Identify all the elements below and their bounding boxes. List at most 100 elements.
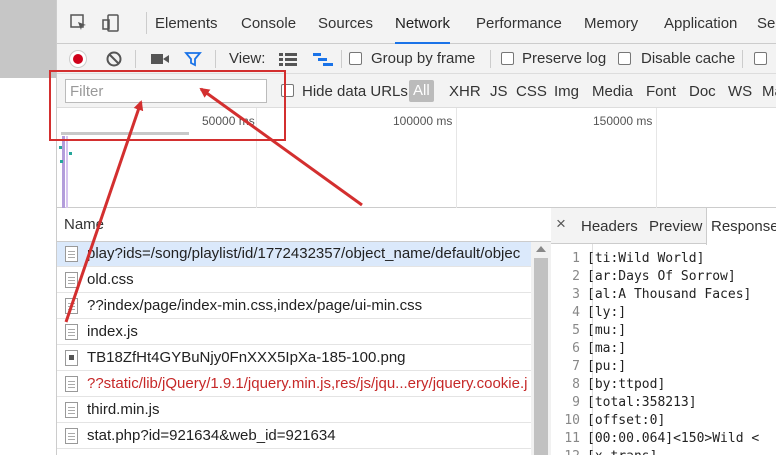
response-code-view[interactable]: 1 [ti:Wild World] 2 [ar:Days Of Sorrow] 3 [al…	[551, 244, 776, 455]
tab-performance[interactable]: Performance	[476, 0, 562, 44]
code-line: 8 [by:ttpod]	[551, 376, 665, 394]
close-icon[interactable]: ×	[556, 214, 566, 234]
tab-console[interactable]: Console	[241, 0, 296, 44]
line-number: 7	[572, 359, 580, 374]
type-filter-manifest[interactable]: Ma	[762, 83, 776, 100]
request-row[interactable]: old.css	[57, 268, 531, 293]
overview-tick: 50000 ms	[202, 114, 255, 128]
network-toolbar: View: Group by frame Preserve log Disabl…	[57, 44, 776, 74]
record-button[interactable]	[69, 50, 87, 68]
tab-preview[interactable]: Preview	[649, 208, 702, 244]
tab-memory[interactable]: Memory	[584, 0, 638, 44]
tab-elements[interactable]: Elements	[155, 0, 218, 44]
code-line: 5 [mu:]	[551, 322, 626, 340]
code-line: 4 [ly:]	[551, 304, 626, 322]
large-rows-icon[interactable]	[279, 52, 297, 66]
request-list: Name play?ids=/song/playlist/id/17724323…	[57, 208, 551, 455]
overview-gridline	[456, 108, 457, 208]
document-file-icon	[65, 428, 78, 444]
code-text: [ti:Wild World]	[587, 251, 705, 266]
overview-waterfall-bar	[66, 136, 68, 208]
tab-response[interactable]: Response	[706, 208, 776, 245]
disable-cache-checkbox[interactable]	[618, 52, 631, 65]
document-file-icon	[65, 324, 78, 340]
response-panel: × Headers Preview Response 1 [ti:Wild Wor…	[551, 208, 776, 455]
toolbar-separator	[490, 50, 491, 68]
document-file-icon	[65, 298, 78, 314]
tab-application[interactable]: Application	[664, 0, 737, 44]
group-by-frame-label: Group by frame	[371, 50, 476, 67]
code-text: [x-trans]	[587, 449, 657, 455]
line-number: 10	[564, 413, 580, 428]
overview-request-mark	[60, 160, 63, 163]
name-column-header[interactable]: Name	[57, 208, 551, 242]
line-number: 1	[572, 251, 580, 266]
code-line: 10 [offset:0]	[551, 412, 665, 430]
request-name: ??index/page/index-min.css,index/page/ui…	[87, 297, 423, 314]
code-text: [mu:]	[587, 323, 627, 338]
tab-network[interactable]: Network	[395, 0, 451, 44]
line-number: 2	[572, 269, 580, 284]
clear-icon[interactable]	[105, 50, 123, 68]
type-filter-img[interactable]: Img	[554, 83, 579, 100]
preserve-log-checkbox[interactable]	[501, 52, 514, 65]
code-text: [al:A Thousand Faces]	[587, 287, 752, 302]
overview-gridline	[656, 108, 657, 208]
request-name: third.min.js	[87, 401, 160, 418]
code-line: 7 [pu:]	[551, 358, 626, 376]
request-row[interactable]: index.js	[57, 320, 531, 345]
device-toolbar-icon[interactable]	[101, 13, 121, 33]
line-number: 6	[572, 341, 580, 356]
overview-tick: 150000 ms	[593, 114, 653, 128]
scroll-thumb[interactable]	[534, 258, 548, 455]
type-filter-ws[interactable]: WS	[728, 83, 752, 100]
request-row[interactable]: third.min.js	[57, 398, 531, 423]
type-filter-media[interactable]: Media	[592, 83, 633, 100]
toolbar-separator	[341, 50, 342, 68]
type-filter-xhr[interactable]: XHR	[449, 83, 481, 100]
type-filter-all[interactable]: All	[409, 80, 434, 102]
document-file-icon	[65, 376, 78, 392]
request-row[interactable]: ??static/lib/jQuery/1.9.1/jquery.min.js,…	[57, 372, 531, 397]
hide-data-urls-checkbox[interactable]	[281, 84, 294, 97]
request-row[interactable]: play?ids=/song/playlist/id/1772432357/ob…	[57, 242, 531, 267]
overview-tick: 100000 ms	[393, 114, 453, 128]
overview-request-mark	[69, 152, 72, 155]
disable-cache-label: Disable cache	[641, 50, 736, 67]
offline-checkbox[interactable]	[754, 52, 767, 65]
type-filter-doc[interactable]: Doc	[689, 83, 716, 100]
filter-funnel-icon[interactable]	[184, 50, 202, 68]
waterfall-view-icon[interactable]	[313, 52, 333, 66]
tab-sources[interactable]: Sources	[318, 0, 373, 44]
code-text: [00:00.064]<150>Wild <	[587, 431, 760, 446]
request-name: play?ids=/song/playlist/id/1772432357/ob…	[87, 245, 521, 262]
scroll-up-arrow-icon[interactable]	[536, 246, 546, 252]
overview-gridline	[256, 108, 257, 208]
tab-security[interactable]: Se	[757, 0, 775, 44]
line-number: 9	[572, 395, 580, 410]
request-name: stat.php?id=921634&web_id=921634	[87, 427, 336, 444]
tab-headers[interactable]: Headers	[581, 208, 638, 244]
type-filter-css[interactable]: CSS	[516, 83, 547, 100]
network-overview[interactable]: 50000 ms 100000 ms 150000 ms	[57, 108, 776, 208]
type-filter-font[interactable]: Font	[646, 83, 676, 100]
document-file-icon	[65, 246, 78, 262]
document-file-icon	[65, 402, 78, 418]
request-name: TB18ZfHt4GYBuNjy0FnXXX5IpXa-185-100.png	[87, 349, 406, 366]
code-text: [ar:Days Of Sorrow]	[587, 269, 736, 284]
page-background	[0, 0, 56, 78]
inspect-element-icon[interactable]	[69, 13, 89, 33]
line-number: 11	[564, 431, 580, 446]
video-camera-icon[interactable]	[150, 51, 170, 67]
request-row[interactable]: TB18ZfHt4GYBuNjy0FnXXX5IpXa-185-100.png	[57, 346, 531, 371]
request-row[interactable]: stat.php?id=921634&web_id=921634	[57, 424, 531, 449]
request-list-scrollbar[interactable]	[531, 242, 551, 455]
request-row[interactable]: ??index/page/index-min.css,index/page/ui…	[57, 294, 531, 319]
code-text: [ma:]	[587, 341, 627, 356]
filter-input[interactable]	[65, 79, 267, 103]
toolbar-separator	[742, 50, 743, 68]
group-by-frame-checkbox[interactable]	[349, 52, 362, 65]
code-text: [pu:]	[587, 359, 627, 374]
type-filter-js[interactable]: JS	[490, 83, 508, 100]
line-number: 12	[551, 448, 587, 455]
